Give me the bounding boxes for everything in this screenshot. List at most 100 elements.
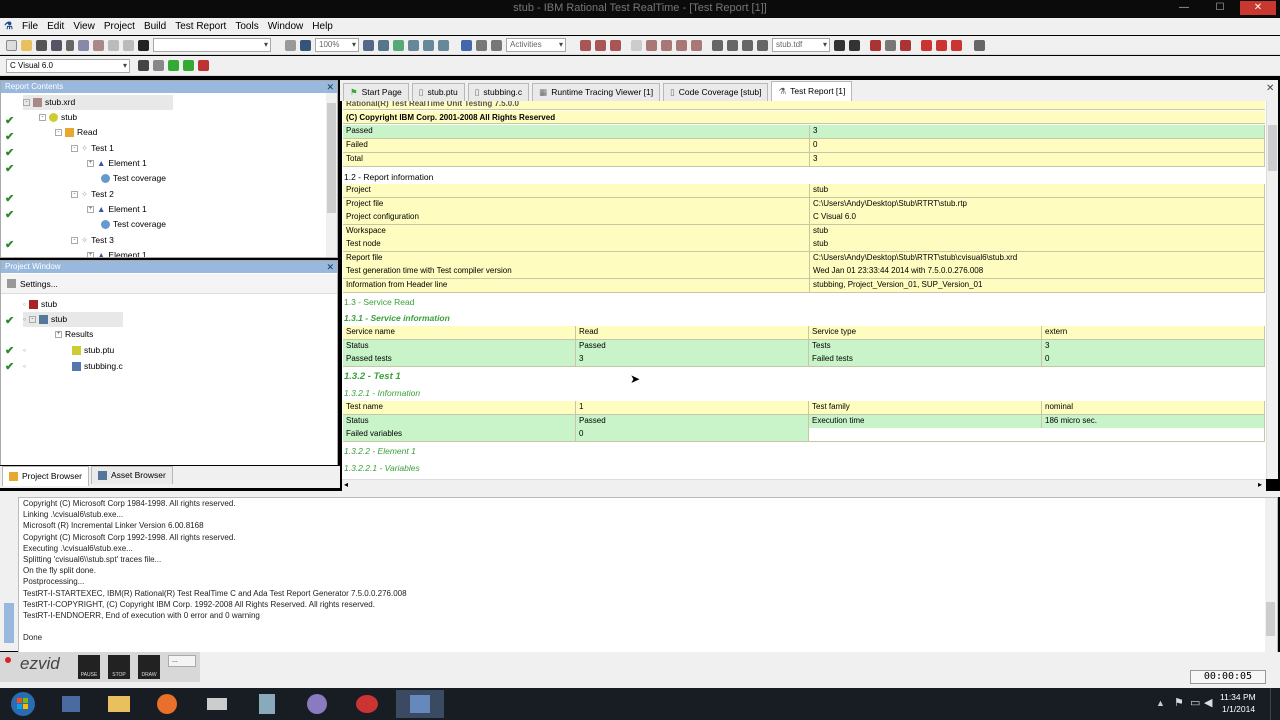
tree-item[interactable]: + ▲ Element 1 <box>87 248 147 257</box>
tree-item[interactable]: + ▲ Element 1 <box>87 156 147 171</box>
draw-button[interactable]: DRAW <box>138 655 160 679</box>
menu-file[interactable]: File <box>22 21 38 32</box>
minimize-button[interactable]: — <box>1172 1 1196 15</box>
record-icon[interactable] <box>198 60 209 71</box>
copy-icon[interactable] <box>78 39 89 51</box>
close-icon[interactable]: ✕ <box>326 81 334 93</box>
section-title[interactable]: 1.3.2.1 - Information <box>344 388 420 398</box>
output-tab-button[interactable]: ... <box>168 655 196 667</box>
tray-network-icon[interactable]: ▭ <box>1190 696 1200 709</box>
clock-date[interactable]: 1/1/2014 <box>1222 704 1255 714</box>
menu-edit[interactable]: Edit <box>47 21 64 32</box>
tab-stubbing-c[interactable]: ▯ stubbing.c <box>467 83 530 101</box>
help-icon[interactable] <box>285 39 296 51</box>
undo-icon[interactable] <box>108 39 119 51</box>
tab-project-browser[interactable]: Project Browser <box>2 466 89 486</box>
scroll-left-icon[interactable]: ◂ <box>344 480 348 489</box>
mark2-icon[interactable] <box>936 39 947 51</box>
whatsthis-icon[interactable] <box>300 39 311 51</box>
print-icon[interactable] <box>712 39 723 51</box>
goto-icon[interactable] <box>461 39 472 51</box>
tree-item[interactable]: Test coverage <box>101 217 166 232</box>
terminal-icon[interactable] <box>974 39 985 51</box>
network-app-icon[interactable] <box>50 690 92 718</box>
tree-item[interactable]: + Results <box>55 327 93 342</box>
build-icon[interactable] <box>138 60 149 71</box>
close-icon[interactable]: ✕ <box>326 261 334 273</box>
tree-item[interactable]: ◦ stub <box>23 297 57 312</box>
config-combo[interactable]: C Visual 6.0 <box>6 58 130 73</box>
app-icon[interactable] <box>196 690 238 718</box>
menu-view[interactable]: View <box>73 21 95 32</box>
tab-test-report[interactable]: ⚗ Test Report [1] <box>771 81 853 101</box>
zoom-out-icon[interactable] <box>378 39 389 51</box>
search-combo[interactable] <box>153 38 271 52</box>
mark3-icon[interactable] <box>951 39 962 51</box>
report-horizontal-scrollbar[interactable]: ◂ ▸ <box>342 479 1266 491</box>
close-button[interactable]: ✕ <box>1240 1 1276 15</box>
notes-icon[interactable] <box>246 690 288 718</box>
step-down-icon[interactable] <box>676 39 687 51</box>
pause-button[interactable]: PAUSE <box>78 655 100 679</box>
preview-icon[interactable] <box>727 39 738 51</box>
scroll-thumb[interactable] <box>1266 602 1275 636</box>
report-tree-scrollbar[interactable] <box>326 93 337 257</box>
tab-runtime-tracing[interactable]: ▦ Runtime Tracing Viewer [1] <box>532 83 661 101</box>
section-title[interactable]: 1.3.1 - Service information <box>344 313 450 323</box>
test-realtime-taskbar-button[interactable] <box>396 690 444 718</box>
media-icon[interactable] <box>346 690 388 718</box>
cut-icon[interactable] <box>66 39 74 51</box>
step-over-icon[interactable] <box>610 39 621 51</box>
settings-button[interactable]: Settings... <box>20 279 58 289</box>
next-node-icon[interactable] <box>849 39 860 51</box>
nav-back-icon[interactable] <box>408 39 419 51</box>
menu-build[interactable]: Build <box>144 21 166 32</box>
fit-icon[interactable] <box>393 39 404 51</box>
tree-item[interactable]: - stub <box>39 110 77 125</box>
stop-icon[interactable] <box>834 39 845 51</box>
tab-stub-ptu[interactable]: ▯ stub.ptu <box>411 83 465 101</box>
section-title[interactable]: 1.3 - Service Read <box>344 297 414 307</box>
paste-icon[interactable] <box>93 39 104 51</box>
run-icon[interactable] <box>168 60 179 71</box>
node-combo[interactable]: stub.tdf <box>772 38 830 52</box>
section-title[interactable]: 1.3.2 - Test 1 <box>344 371 401 382</box>
zoom-combo[interactable]: 100% <box>315 38 359 52</box>
section-title[interactable]: 1.3.2.2 - Element 1 <box>344 446 416 456</box>
tree-item[interactable]: - ✧ Test 1 <box>71 141 114 156</box>
tree-item[interactable]: - ✧ Test 2 <box>71 187 114 202</box>
tray-flag-icon[interactable]: ⚑ <box>1174 696 1184 709</box>
mark-icon[interactable] <box>921 39 932 51</box>
tree-item[interactable]: Test coverage <box>101 171 166 186</box>
new-file-icon[interactable] <box>6 39 17 51</box>
tree-item[interactable]: ◦ stubbing.c <box>23 359 123 374</box>
tab-start-page[interactable]: ⚑ Start Page <box>343 83 409 101</box>
break-icon[interactable] <box>631 39 642 51</box>
step-icon[interactable] <box>580 39 591 51</box>
open-folder-icon[interactable] <box>21 39 32 51</box>
activities-combo[interactable]: Activities <box>506 38 566 52</box>
clear-icon[interactable] <box>900 39 911 51</box>
file-explorer-icon[interactable] <box>98 690 140 718</box>
tree-item[interactable]: ◦ - stub <box>23 312 123 327</box>
tree-item[interactable]: ◦ stub.ptu <box>23 343 114 358</box>
zoom-in-icon[interactable] <box>363 39 374 51</box>
execute-icon[interactable] <box>183 60 194 71</box>
back-icon[interactable] <box>476 39 487 51</box>
step-out-icon[interactable] <box>691 39 702 51</box>
trace-icon[interactable] <box>870 39 881 51</box>
report-vertical-scrollbar[interactable] <box>1266 101 1278 479</box>
menu-project[interactable]: Project <box>104 21 135 32</box>
export-icon[interactable] <box>742 39 753 51</box>
tree-item[interactable]: - Read <box>55 125 97 140</box>
clock-time[interactable]: 11:34 PM <box>1220 692 1256 702</box>
scroll-right-icon[interactable]: ▸ <box>1258 480 1262 489</box>
tree-item[interactable]: - stub.xrd <box>23 95 173 110</box>
menu-window[interactable]: Window <box>268 21 304 32</box>
stop-button[interactable]: STOP <box>108 655 130 679</box>
menu-help[interactable]: Help <box>312 21 333 32</box>
filter-icon[interactable] <box>438 39 449 51</box>
rebuild-icon[interactable] <box>153 60 164 71</box>
forward-icon[interactable] <box>491 39 502 51</box>
save-icon[interactable] <box>36 39 47 51</box>
